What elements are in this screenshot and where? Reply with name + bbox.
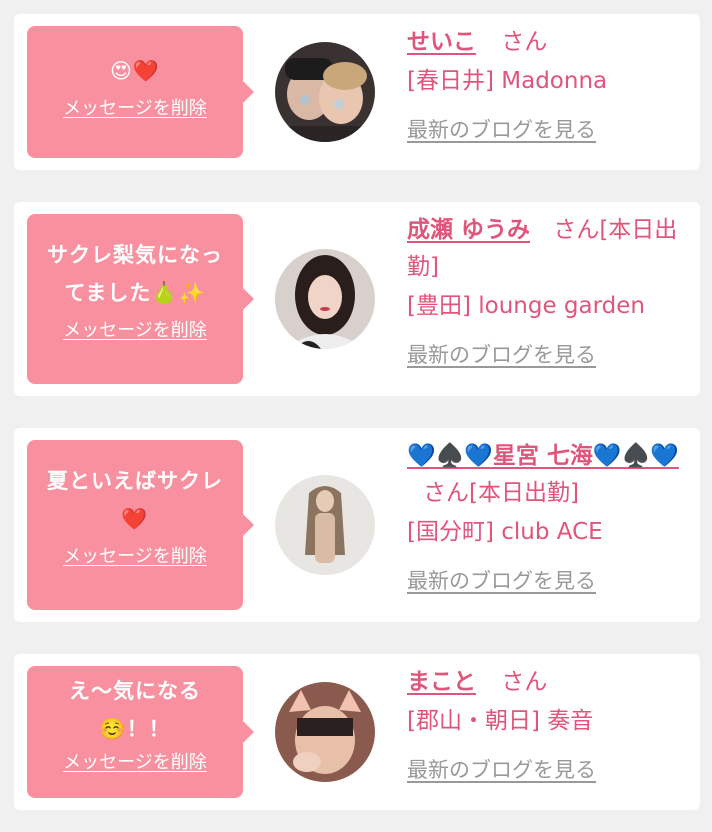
latest-blog-link[interactable]: 最新のブログを見る: [407, 112, 596, 149]
message-text: え〜気になる☺️！！: [69, 679, 201, 741]
shop-name: [郡山・朝日] 奏音: [407, 708, 594, 734]
avatar-photo: [275, 42, 375, 142]
message-bubble: 夏といえばサクレ❤️ メッセージを削除: [27, 440, 254, 610]
message-card: 夏といえばサクレ❤️ メッセージを削除 💙♠️💙星宮 七海💙♠️💙 さん[本日出…: [14, 428, 700, 622]
avatar[interactable]: [275, 249, 375, 349]
shop-name: [春日井] Madonna: [407, 68, 608, 94]
latest-blog-link[interactable]: 最新のブログを見る: [407, 563, 596, 600]
latest-blog-link[interactable]: 最新のブログを見る: [407, 752, 596, 789]
profile-info: 💙♠️💙星宮 七海💙♠️💙 さん[本日出勤] [国分町] club ACE 最新…: [407, 438, 687, 600]
message-text: 😍❤️: [109, 59, 161, 83]
message-bubble: サクレ梨気になってました🍐✨ メッセージを削除: [27, 214, 254, 384]
message-bubble: 😍❤️ メッセージを削除: [27, 26, 254, 158]
name-suffix: さん: [501, 669, 548, 695]
avatar-photo: [275, 475, 375, 575]
delete-message-link[interactable]: メッセージを削除: [63, 748, 207, 774]
delete-message-link[interactable]: メッセージを削除: [63, 94, 207, 120]
message-card: え〜気になる☺️！！ メッセージを削除 まこと さん [郡山・朝日] 奏音 最新…: [14, 654, 700, 810]
cast-name-link[interactable]: 成瀬 ゆうみ: [407, 217, 530, 243]
avatar-photo: [275, 249, 375, 349]
cast-name-link[interactable]: 💙♠️💙星宮 七海💙♠️💙: [407, 443, 679, 469]
message-text: 夏といえばサクレ❤️: [47, 469, 223, 531]
avatar-photo: [275, 682, 375, 782]
cast-name-link[interactable]: せいこ: [407, 29, 476, 55]
profile-info: 成瀬 ゆうみ さん[本日出勤] [豊田] lounge garden 最新のブロ…: [407, 212, 687, 374]
delete-message-link[interactable]: メッセージを削除: [63, 316, 207, 342]
profile-info: まこと さん [郡山・朝日] 奏音 最新のブログを見る: [407, 664, 687, 789]
name-suffix: さん: [501, 29, 548, 55]
message-bubble: え〜気になる☺️！！ メッセージを削除: [27, 666, 254, 798]
message-text: サクレ梨気になってました🍐✨: [47, 243, 223, 305]
profile-info: せいこ さん [春日井] Madonna 最新のブログを見る: [407, 24, 687, 149]
avatar[interactable]: [275, 682, 375, 782]
shop-name: [豊田] lounge garden: [407, 293, 646, 319]
name-suffix: さん[本日出勤]: [423, 480, 579, 506]
latest-blog-link[interactable]: 最新のブログを見る: [407, 337, 596, 374]
message-list: 😍❤️ メッセージを削除 せいこ さん [春日井] Madonna 最新のブログ…: [0, 0, 712, 832]
cast-name-link[interactable]: まこと: [407, 669, 476, 695]
message-card: サクレ梨気になってました🍐✨ メッセージを削除 成瀬 ゆうみ さん[本日出勤] …: [14, 202, 700, 396]
avatar[interactable]: [275, 42, 375, 142]
delete-message-link[interactable]: メッセージを削除: [63, 542, 207, 568]
avatar[interactable]: [275, 475, 375, 575]
shop-name: [国分町] club ACE: [407, 519, 603, 545]
message-card: 😍❤️ メッセージを削除 せいこ さん [春日井] Madonna 最新のブログ…: [14, 14, 700, 170]
